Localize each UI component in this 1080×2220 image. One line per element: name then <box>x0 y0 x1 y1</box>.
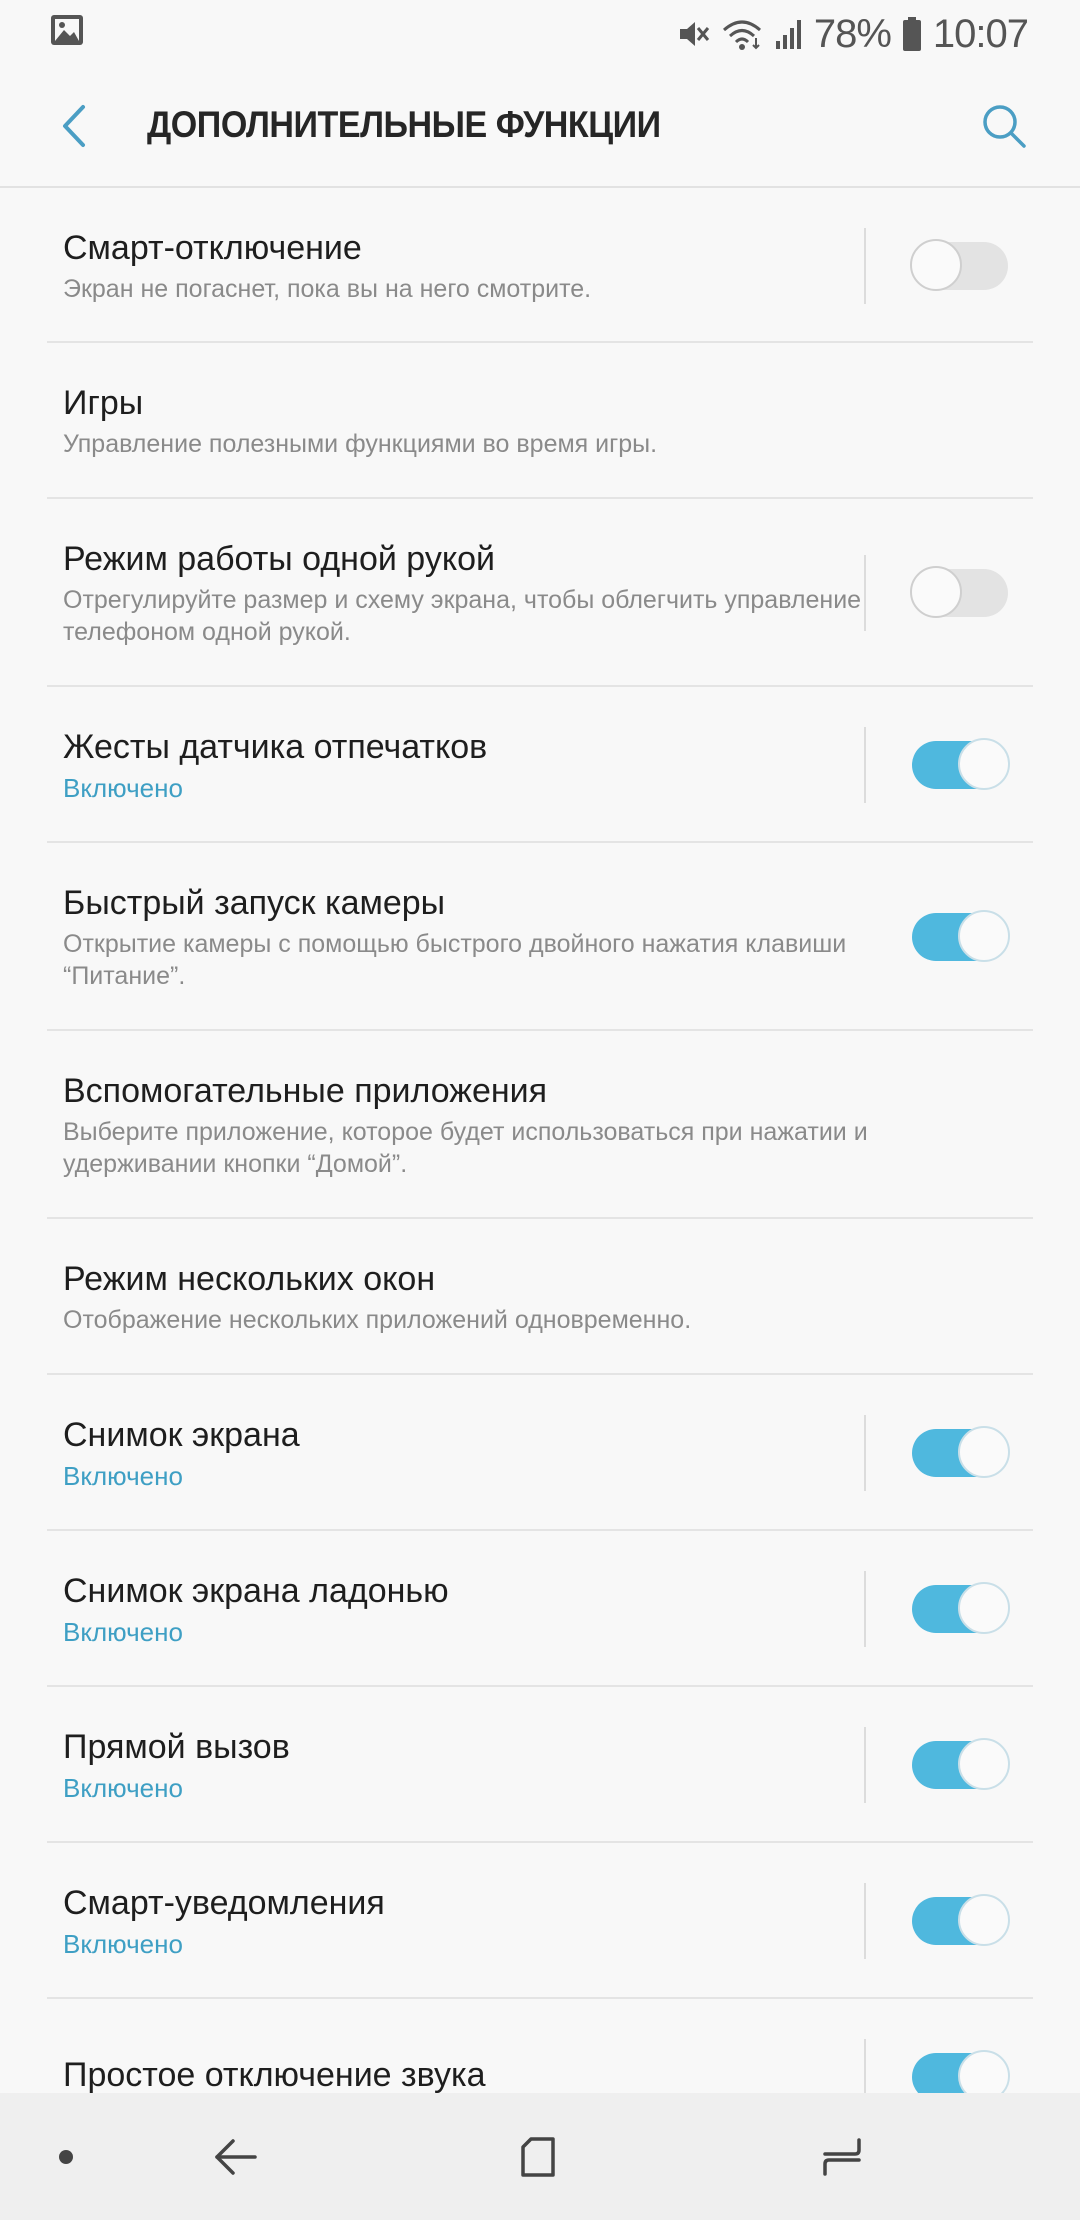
vertical-divider <box>864 727 866 803</box>
vertical-divider <box>864 2039 866 2093</box>
item-subtitle: Выберите приложение, которое будет испол… <box>63 1118 868 1178</box>
chevron-left-icon <box>63 105 85 147</box>
item-subtitle: Открытие камеры с помощью быстрого двойн… <box>63 930 847 990</box>
vertical-divider <box>864 1883 866 1959</box>
search-button[interactable] <box>974 96 1034 156</box>
vertical-divider <box>864 555 866 631</box>
page-title: ДОПОЛНИТЕЛЬНЫЕ ФУНКЦИИ <box>147 104 661 145</box>
vertical-divider <box>864 227 866 304</box>
item-title: Смарт-отключение <box>63 228 362 267</box>
recents-icon[interactable] <box>810 2127 870 2187</box>
mute-icon <box>676 17 710 51</box>
item-title: Простое отключение звука <box>63 2056 486 2093</box>
item-title: Быстрый запуск камеры <box>63 884 446 922</box>
toggle-switch[interactable] <box>910 1582 1010 1636</box>
item-subtitle: Управление полезными функциями во время … <box>63 430 658 458</box>
item-title: Игры <box>63 384 144 422</box>
item-subtitle: Экран не погаснет, пока вы на него смотр… <box>63 274 592 303</box>
dot-icon[interactable] <box>36 2127 96 2187</box>
home-square-icon[interactable] <box>508 2127 568 2187</box>
back-button[interactable] <box>44 96 104 156</box>
search-icon <box>983 105 1026 148</box>
toggle-switch[interactable] <box>910 566 1010 620</box>
clock: 10:07 <box>932 11 1029 56</box>
item-title: Жесты датчика отпечатков <box>63 728 488 766</box>
item-title: Снимок экрана <box>63 1416 300 1454</box>
item-status: Включено <box>63 1461 183 1491</box>
item-title: Прямой вызов <box>63 1728 290 1766</box>
navigation-bar <box>0 2093 1080 2220</box>
item-status: Включено <box>63 1773 183 1803</box>
list-item-direct-call[interactable]: Прямой вызов Включено <box>0 1687 1080 1843</box>
vertical-divider <box>864 1571 866 1647</box>
item-subtitle: Отображение нескольких приложений одновр… <box>63 1306 692 1334</box>
toggle-switch[interactable] <box>910 238 1010 293</box>
item-status: Включено <box>63 1617 183 1647</box>
app-bar: ДОПОЛНИТЕЛЬНЫЕ ФУНКЦИИ <box>0 68 1080 188</box>
list-item-assistant-apps[interactable]: Вспомогательные приложения Выберите прил… <box>0 1031 1080 1219</box>
list-item-easy-mute[interactable]: Простое отключение звука <box>0 1999 1080 2093</box>
list-item-fingerprint-gestures[interactable]: Жесты датчика отпечатков Включено <box>0 687 1080 843</box>
item-subtitle: Отрегулируйте размер и схему экрана, что… <box>63 586 862 646</box>
list-item-smart-alerts[interactable]: Смарт-уведомления Включено <box>0 1843 1080 1999</box>
toggle-switch[interactable] <box>910 1894 1010 1948</box>
item-title: Снимок экрана ладонью <box>63 1572 449 1610</box>
battery-percent: 78% <box>813 11 892 56</box>
list-item-games[interactable]: Игры Управление полезными функциями во в… <box>0 343 1080 499</box>
toggle-switch[interactable] <box>910 910 1010 964</box>
item-status: Включено <box>63 1929 183 1959</box>
signal-icon <box>774 17 804 51</box>
list-item-multi-window[interactable]: Режим нескольких окон Отображение нескол… <box>0 1219 1080 1375</box>
item-title: Режим работы одной рукой <box>63 540 495 578</box>
vertical-divider <box>864 1415 866 1491</box>
toggle-switch[interactable] <box>910 2050 1010 2093</box>
toggle-switch[interactable] <box>910 738 1010 792</box>
back-arrow-icon[interactable] <box>206 2127 266 2187</box>
vertical-divider <box>864 1727 866 1803</box>
list-item-palm-screenshot[interactable]: Снимок экрана ладонью Включено <box>0 1531 1080 1687</box>
list-item-screenshot[interactable]: Снимок экрана Включено <box>0 1375 1080 1531</box>
toggle-switch[interactable] <box>910 1738 1010 1792</box>
wifi-icon <box>720 16 764 52</box>
list-item-smart-stay[interactable]: Смарт-отключение Экран не погаснет, пока… <box>0 188 1080 343</box>
status-bar: 78% 10:07 <box>0 0 1080 68</box>
battery-icon <box>901 16 923 52</box>
list-item-one-hand-mode[interactable]: Режим работы одной рукой Отрегулируйте р… <box>0 499 1080 687</box>
status-icons: 78% 10:07 <box>676 6 1029 62</box>
list-item-quick-camera[interactable]: Быстрый запуск камеры Открытие камеры с … <box>0 843 1080 1031</box>
toggle-switch[interactable] <box>910 1426 1010 1480</box>
item-title: Режим нескольких окон <box>63 1260 436 1298</box>
item-title: Вспомогательные приложения <box>63 1072 548 1110</box>
item-status: Включено <box>63 773 183 803</box>
settings-list: Смарт-отключение Экран не погаснет, пока… <box>0 188 1080 2093</box>
gallery-icon <box>50 14 84 46</box>
item-title: Смарт-уведомления <box>63 1884 385 1922</box>
